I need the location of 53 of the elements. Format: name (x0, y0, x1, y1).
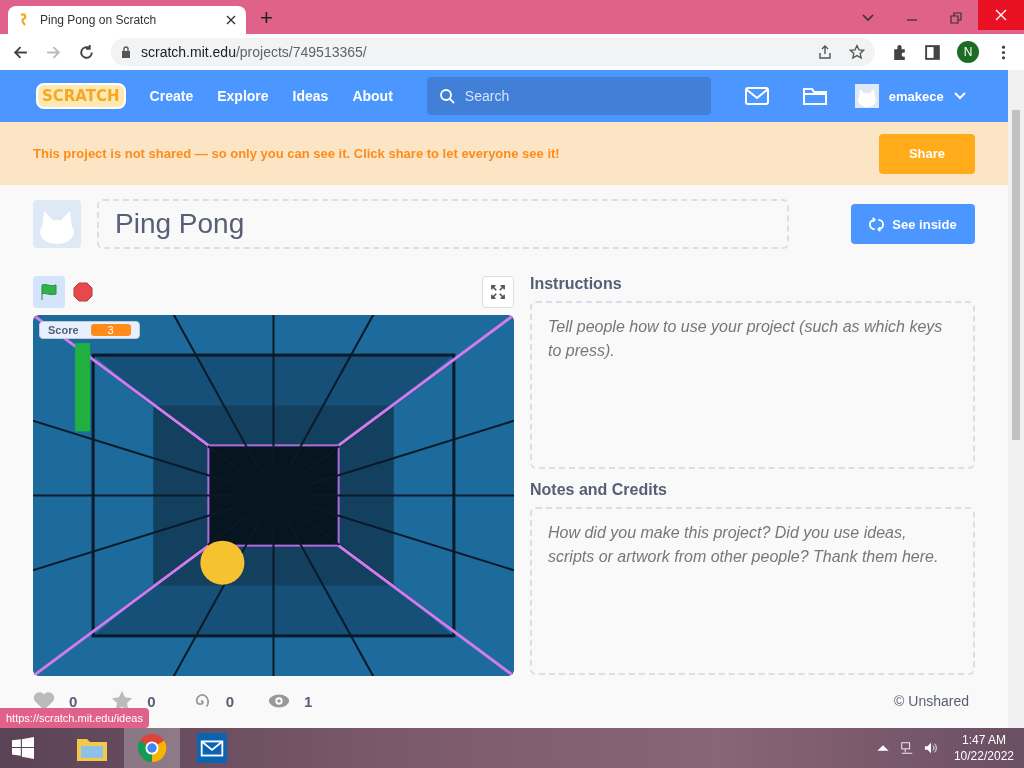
see-inside-button[interactable]: See inside (851, 204, 975, 244)
network-icon[interactable] (899, 741, 914, 755)
side-panel-icon[interactable] (924, 43, 941, 61)
search-field[interactable]: Search (426, 77, 711, 115)
chevron-down-icon[interactable] (862, 12, 874, 24)
browser-tab[interactable]: Ping Pong on Scratch (8, 6, 246, 34)
chrome-icon (137, 733, 167, 763)
project-title-field[interactable]: Ping Pong (97, 199, 789, 249)
notes-heading: Notes and Credits (530, 481, 668, 499)
avatar-icon (854, 84, 879, 108)
windows-start-icon[interactable] (12, 737, 34, 759)
folder-icon[interactable] (802, 87, 827, 105)
stop-button[interactable] (73, 282, 93, 302)
new-tab-button[interactable]: + (260, 5, 273, 31)
address-bar[interactable]: scratch.mit.edu/projects/749513365/ (111, 38, 875, 66)
flag-button[interactable] (33, 276, 65, 308)
chrome-taskbar-button[interactable] (124, 728, 180, 768)
stat-count: 0 (147, 692, 156, 710)
scratch-favicon-icon (18, 13, 28, 27)
close-icon (995, 9, 1007, 21)
speaker-icon[interactable] (923, 741, 938, 755)
flag-icon (39, 282, 59, 302)
share-status: © Unshared (894, 693, 969, 709)
status-url-tooltip: https://scratch.mit.edu/ideas (0, 708, 149, 728)
not-shared-message: This project is not shared — so only you can see it. Click share to let everyone see it! (33, 146, 560, 161)
stat-count: 0 (69, 692, 78, 710)
scrollbar[interactable] (1008, 70, 1024, 728)
clock[interactable]: 1:47 AM 10/22/2022 (947, 733, 1024, 763)
chevron-down-icon (953, 92, 966, 100)
notes-field[interactable]: How did you make this project? Did you use ideas, scripts or artwork from other people? Thank them here. (530, 507, 975, 675)
nav-link[interactable]: About (340, 88, 405, 104)
user-menu[interactable]: emakece (854, 84, 966, 108)
stat-count: 1 (304, 692, 313, 710)
mail-icon (197, 733, 227, 763)
instructions-field[interactable]: Tell people how to use your project (such as which keys to press). (530, 301, 975, 469)
fullscreen-icon (491, 285, 505, 299)
monitor-value: 3 (90, 324, 131, 336)
mail-icon[interactable] (744, 87, 769, 105)
reload-icon[interactable] (78, 43, 95, 61)
fullscreen-button[interactable] (482, 276, 514, 308)
nav-link[interactable]: Ideas (280, 88, 341, 104)
puzzle-icon[interactable] (891, 43, 908, 61)
restore-icon[interactable] (950, 12, 962, 24)
nav-link[interactable]: Explore (205, 88, 281, 104)
profile-avatar[interactable]: N (957, 41, 979, 63)
arrows-loop-icon (869, 216, 885, 232)
instructions-heading: Instructions (530, 275, 623, 293)
close-icon[interactable] (226, 15, 236, 25)
tab-title: Ping Pong on Scratch (40, 13, 158, 27)
nav-link[interactable]: Create (137, 88, 206, 104)
stat-count: 0 (225, 692, 235, 710)
project-thumbnail-icon (33, 200, 81, 248)
monitor-label: Score (48, 324, 79, 336)
